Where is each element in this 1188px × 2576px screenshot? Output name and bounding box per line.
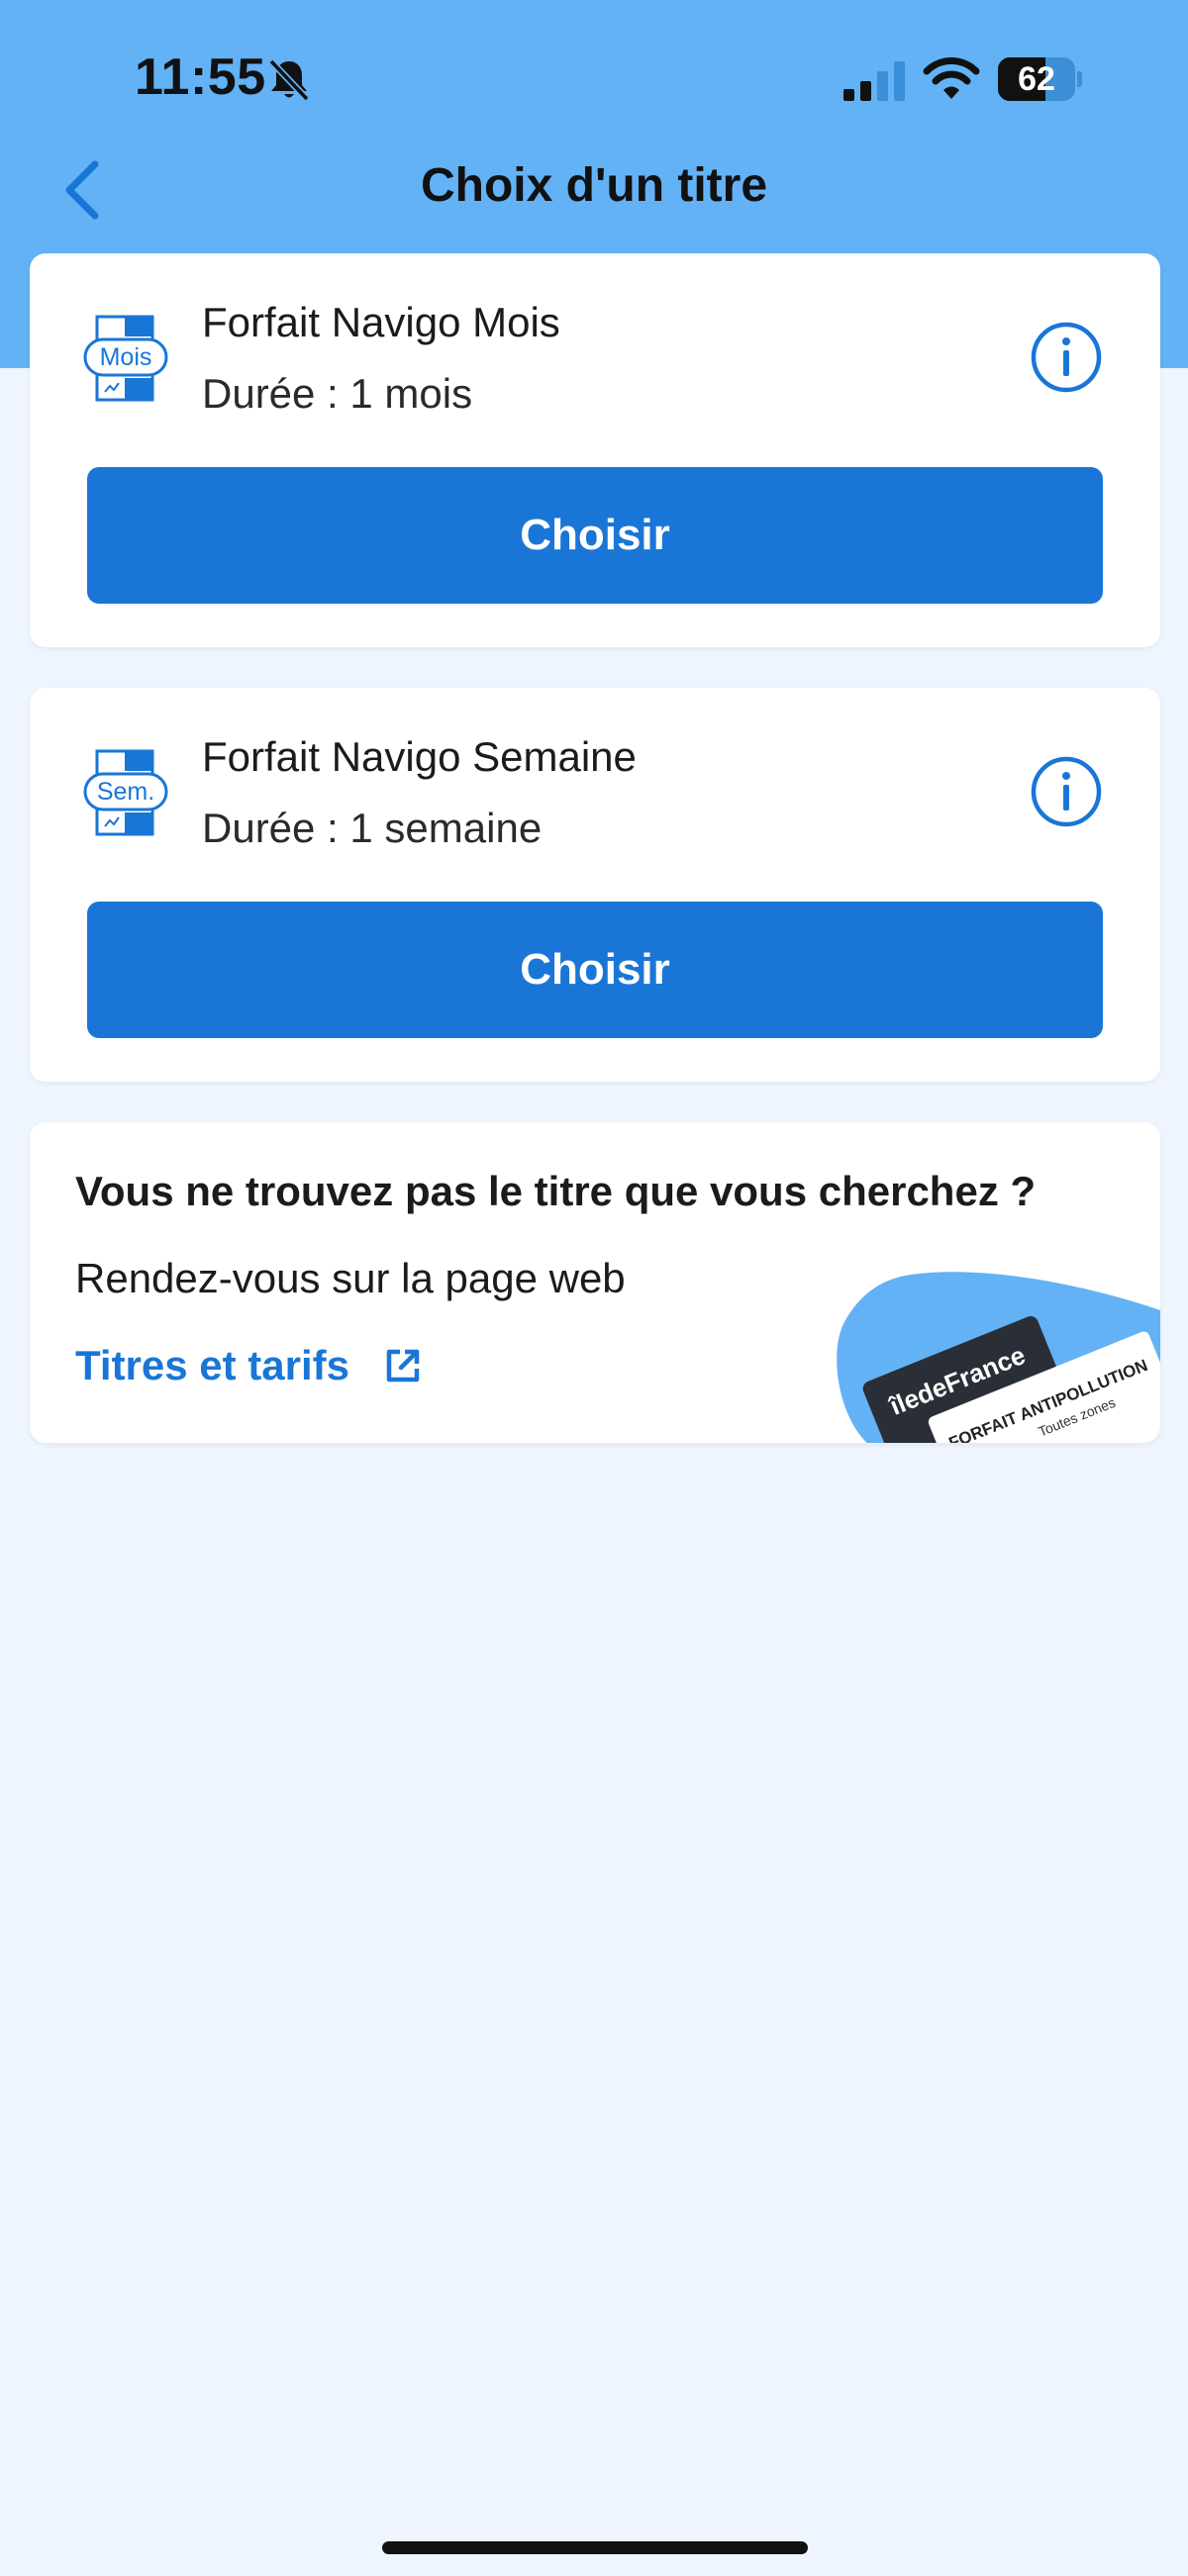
help-text: Rendez-vous sur la page web <box>75 1255 626 1301</box>
info-circle-icon[interactable] <box>1030 321 1103 394</box>
tickets-and-fares-link[interactable]: Titres et tarifs <box>75 1342 423 1389</box>
choose-button[interactable]: Choisir <box>87 902 1103 1038</box>
status-time: 11:55 <box>135 48 266 106</box>
ticket-name: Forfait Navigo Mois <box>202 299 560 345</box>
help-card: Vous ne trouvez pas le titre que vous ch… <box>30 1122 1160 1443</box>
external-link-icon <box>386 1349 420 1383</box>
wifi-icon <box>923 57 980 99</box>
battery-level: 62 <box>1018 60 1055 98</box>
ticket-duration: Durée : 1 mois <box>202 370 473 417</box>
ticket-icon-label: Sem. <box>97 778 154 806</box>
bell-slash-icon <box>268 58 310 102</box>
signal-icon <box>843 61 905 101</box>
battery-icon: 62 <box>998 57 1082 101</box>
help-title: Vous ne trouvez pas le titre que vous ch… <box>75 1168 1037 1214</box>
choose-button[interactable]: Choisir <box>87 467 1103 604</box>
ticket-icon-label: Mois <box>100 343 152 371</box>
ticket-card-month: Mois Forfait Navigo Mois Durée : 1 mois … <box>30 253 1160 647</box>
monthly-ticket-icon: Mois <box>83 315 168 402</box>
link-label: Titres et tarifs <box>75 1342 349 1388</box>
weekly-ticket-icon: Sem. <box>83 749 168 836</box>
home-indicator <box>382 2541 808 2554</box>
ticket-name: Forfait Navigo Semaine <box>202 733 637 780</box>
ticket-card-week: Sem. Forfait Navigo Semaine Durée : 1 se… <box>30 688 1160 1082</box>
antipollution-ticket-illustration: îledeFrance FORFAIT ANTIPOLLUTION Toutes… <box>837 1272 1160 1443</box>
ticket-duration: Durée : 1 semaine <box>202 805 543 851</box>
info-circle-icon[interactable] <box>1030 755 1103 828</box>
page-title: Choix d'un titre <box>420 159 768 212</box>
